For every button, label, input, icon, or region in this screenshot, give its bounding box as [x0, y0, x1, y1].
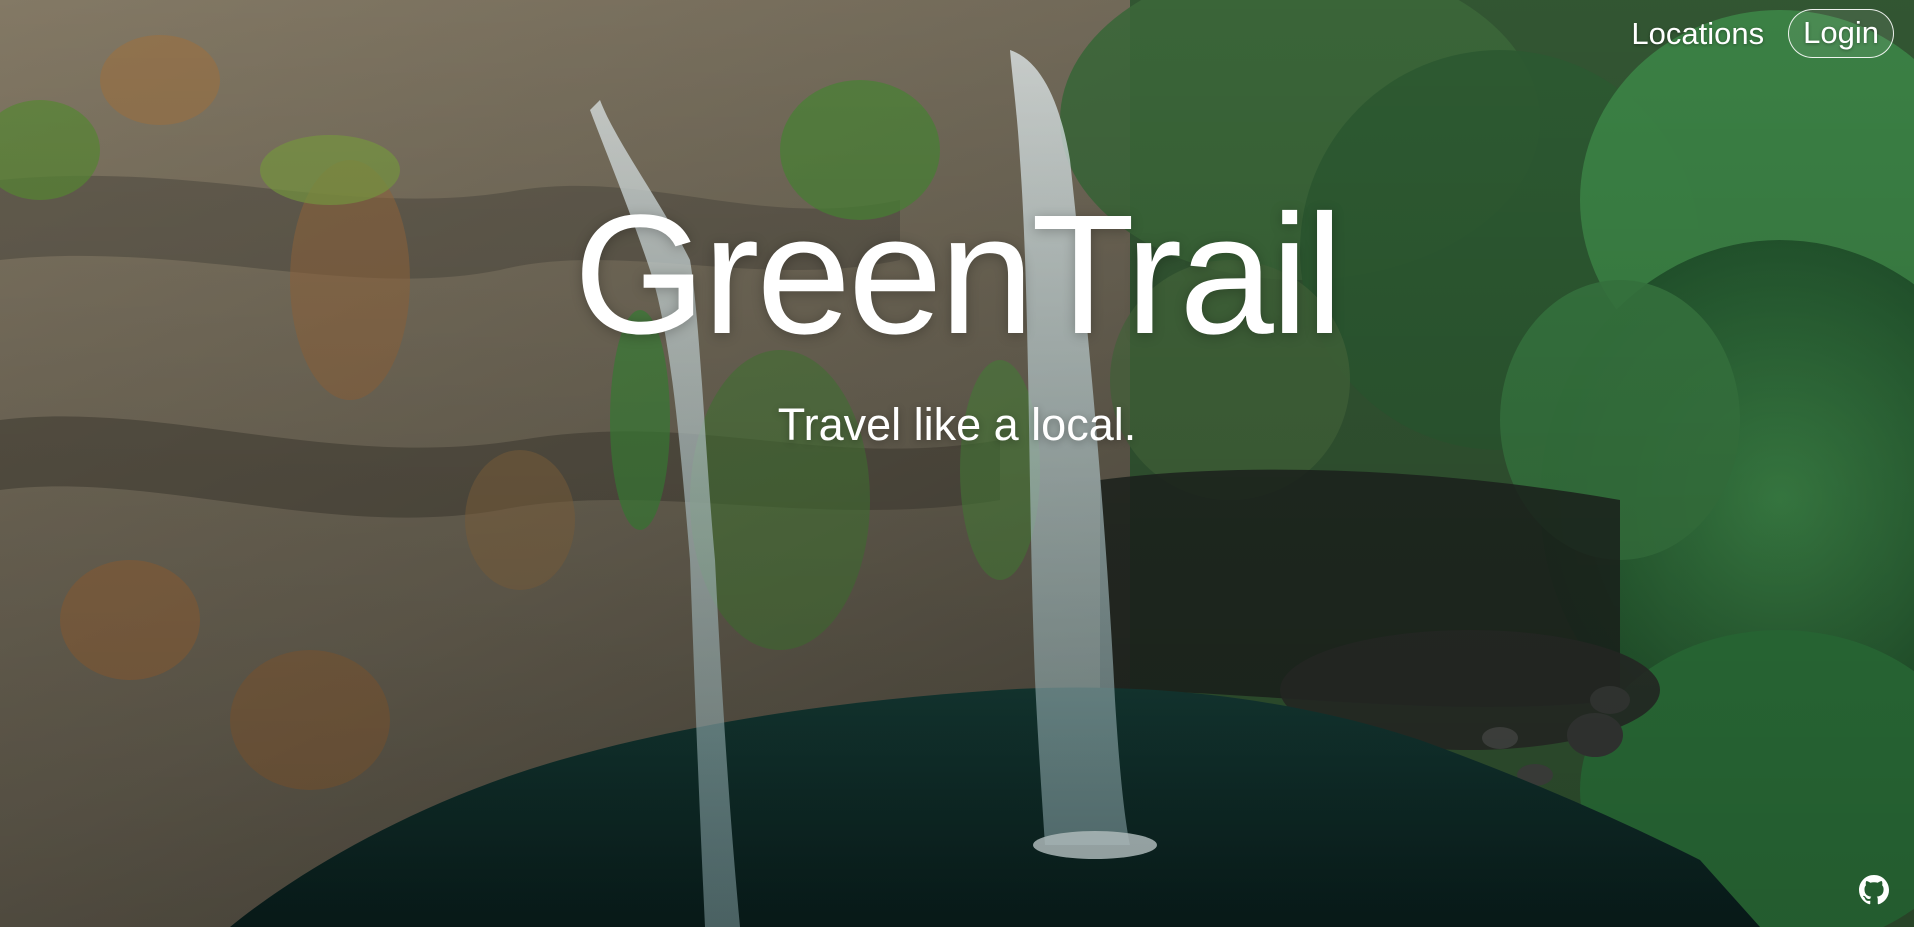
top-nav: Locations Login	[1631, 9, 1894, 58]
hero-subtitle: Travel like a local.	[777, 399, 1137, 450]
github-icon[interactable]	[1859, 875, 1889, 905]
nav-locations-link[interactable]: Locations	[1631, 18, 1764, 49]
hero-section: Locations Login GreenTrail Travel like a…	[0, 0, 1914, 927]
github-icon-glyph	[1859, 875, 1889, 905]
login-button[interactable]: Login	[1788, 9, 1894, 58]
waterfall-background-image	[0, 0, 1914, 927]
hero-title: GreenTrail	[573, 180, 1344, 370]
